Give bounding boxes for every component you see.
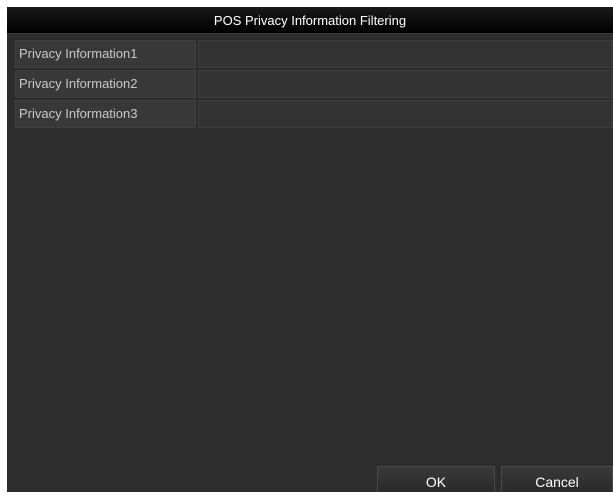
privacy-info-row-2: Privacy Information2 xyxy=(15,70,613,98)
privacy-info-row-3: Privacy Information3 xyxy=(15,100,613,128)
ok-button[interactable]: OK xyxy=(377,466,495,492)
privacy-info-field-2[interactable] xyxy=(198,70,613,98)
privacy-info-row-1: Privacy Information1 xyxy=(15,40,613,68)
dialog-title: POS Privacy Information Filtering xyxy=(7,7,613,34)
privacy-info-label-3: Privacy Information3 xyxy=(15,100,196,128)
privacy-info-label-2: Privacy Information2 xyxy=(15,70,196,98)
pos-privacy-dialog: POS Privacy Information Filtering Privac… xyxy=(7,7,613,492)
privacy-info-field-3[interactable] xyxy=(198,100,613,128)
cancel-button[interactable]: Cancel xyxy=(501,466,613,492)
privacy-info-list: Privacy Information1 Privacy Information… xyxy=(15,40,613,130)
privacy-info-label-1: Privacy Information1 xyxy=(15,40,196,68)
privacy-info-field-1[interactable] xyxy=(198,40,613,68)
